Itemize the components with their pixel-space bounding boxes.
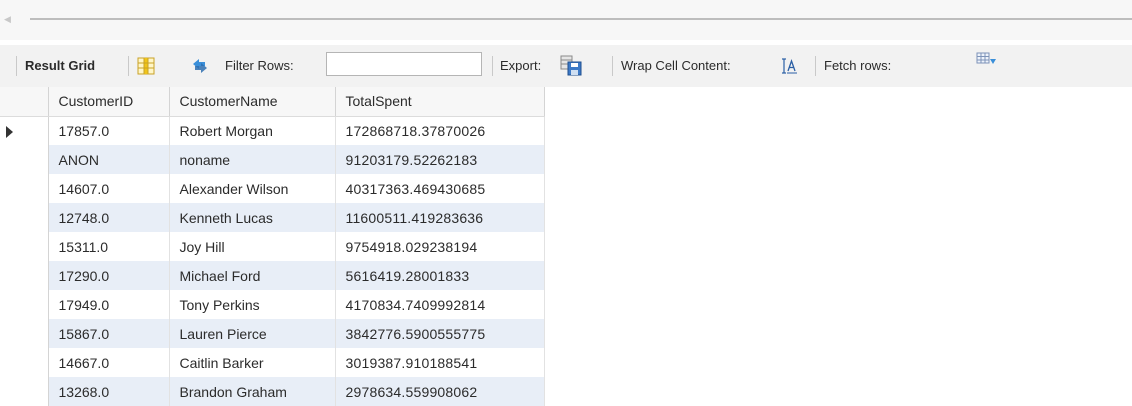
cell-customerid[interactable]: 15311.0 — [48, 232, 170, 261]
horizontal-scrollbar[interactable] — [30, 18, 1132, 20]
column-header-customername[interactable]: CustomerName — [169, 87, 336, 117]
column-header-customerid[interactable]: CustomerID — [48, 87, 170, 117]
cell-totalspent[interactable]: 11600511.419283636 — [335, 203, 545, 232]
result-toolbar: Result Grid Filter Rows: Export: Wrap Ce… — [0, 45, 1132, 87]
fetch-rows-icon[interactable] — [976, 51, 998, 72]
cell-customername[interactable]: Caitlin Barker — [169, 348, 336, 377]
cell-totalspent[interactable]: 172868718.37870026 — [335, 116, 545, 145]
results-splitter-area: ◀ — [0, 0, 1132, 40]
toolbar-separator — [612, 56, 613, 76]
form-view-icon[interactable] — [137, 57, 155, 78]
cell-totalspent[interactable]: 5616419.28001833 — [335, 261, 545, 290]
row-selector[interactable] — [0, 203, 49, 232]
table-row[interactable]: 17949.0 Tony Perkins 4170834.7409992814 — [0, 290, 545, 319]
export-label: Export: — [500, 58, 542, 73]
cell-totalspent[interactable]: 91203179.52262183 — [335, 145, 545, 174]
toolbar-separator — [492, 56, 493, 76]
table-row[interactable]: 17290.0 Michael Ford 5616419.28001833 — [0, 261, 545, 290]
cell-customername[interactable]: Robert Morgan — [169, 116, 336, 145]
row-header-corner — [0, 87, 49, 117]
cell-totalspent[interactable]: 3842776.5900555775 — [335, 319, 545, 348]
wrap-cell-content-label: Wrap Cell Content: — [621, 58, 731, 73]
cell-customername[interactable]: Michael Ford — [169, 261, 336, 290]
cell-totalspent[interactable]: 4170834.7409992814 — [335, 290, 545, 319]
table-row[interactable]: 14667.0 Caitlin Barker 3019387.910188541 — [0, 348, 545, 377]
cell-customerid[interactable]: 13268.0 — [48, 377, 170, 406]
cell-customerid[interactable]: ANON — [48, 145, 170, 174]
cell-customerid[interactable]: 12748.0 — [48, 203, 170, 232]
cell-customername[interactable]: Brandon Graham — [169, 377, 336, 406]
row-selector[interactable] — [0, 377, 49, 406]
current-row-pointer-icon — [6, 125, 13, 138]
cell-customername[interactable]: Kenneth Lucas — [169, 203, 336, 232]
scroll-left-arrow-icon[interactable]: ◀ — [4, 13, 14, 25]
cell-customerid[interactable]: 15867.0 — [48, 319, 170, 348]
row-selector[interactable] — [0, 174, 49, 203]
cell-totalspent[interactable]: 40317363.469430685 — [335, 174, 545, 203]
cell-totalspent[interactable]: 9754918.029238194 — [335, 232, 545, 261]
cell-customerid[interactable]: 14607.0 — [48, 174, 170, 203]
cell-customername[interactable]: Tony Perkins — [169, 290, 336, 319]
table-row[interactable]: 17857.0 Robert Morgan 172868718.37870026 — [0, 116, 545, 145]
result-grid-button[interactable]: Result Grid — [25, 57, 95, 75]
row-selector[interactable] — [0, 145, 49, 174]
row-selector[interactable] — [0, 290, 49, 319]
table-row[interactable]: 12748.0 Kenneth Lucas 11600511.419283636 — [0, 203, 545, 232]
cell-customerid[interactable]: 17857.0 — [48, 116, 170, 145]
row-selector[interactable] — [0, 261, 49, 290]
cell-customername[interactable]: noname — [169, 145, 336, 174]
cell-customerid[interactable]: 17949.0 — [48, 290, 170, 319]
table-row[interactable]: 15867.0 Lauren Pierce 3842776.5900555775 — [0, 319, 545, 348]
result-grid: CustomerID CustomerName TotalSpent 17857… — [0, 87, 545, 406]
table-row[interactable]: 13268.0 Brandon Graham 2978634.559908062 — [0, 377, 545, 406]
cell-customername[interactable]: Joy Hill — [169, 232, 336, 261]
grid-header-row: CustomerID CustomerName TotalSpent — [0, 87, 545, 117]
cell-totalspent[interactable]: 3019387.910188541 — [335, 348, 545, 377]
toolbar-separator — [815, 56, 816, 76]
row-selector[interactable] — [0, 232, 49, 261]
filter-rows-label: Filter Rows: — [225, 58, 294, 73]
row-selector[interactable] — [0, 319, 49, 348]
filter-rows-input[interactable] — [326, 52, 482, 76]
table-row[interactable]: ANON noname 91203179.52262183 — [0, 145, 545, 174]
refresh-filter-icon[interactable] — [190, 57, 210, 78]
cell-customerid[interactable]: 14667.0 — [48, 348, 170, 377]
cell-totalspent[interactable]: 2978634.559908062 — [335, 377, 545, 406]
wrap-text-icon[interactable] — [782, 58, 798, 77]
column-header-totalspent[interactable]: TotalSpent — [335, 87, 545, 117]
table-row[interactable]: 15311.0 Joy Hill 9754918.029238194 — [0, 232, 545, 261]
fetch-rows-label: Fetch rows: — [824, 58, 892, 73]
row-selector[interactable] — [0, 348, 49, 377]
toolbar-separator — [16, 56, 17, 76]
toolbar-separator — [128, 56, 129, 76]
export-save-icon[interactable] — [560, 55, 582, 80]
row-selector[interactable] — [0, 116, 49, 145]
cell-customername[interactable]: Lauren Pierce — [169, 319, 336, 348]
cell-customerid[interactable]: 17290.0 — [48, 261, 170, 290]
table-row[interactable]: 14607.0 Alexander Wilson 40317363.469430… — [0, 174, 545, 203]
cell-customername[interactable]: Alexander Wilson — [169, 174, 336, 203]
